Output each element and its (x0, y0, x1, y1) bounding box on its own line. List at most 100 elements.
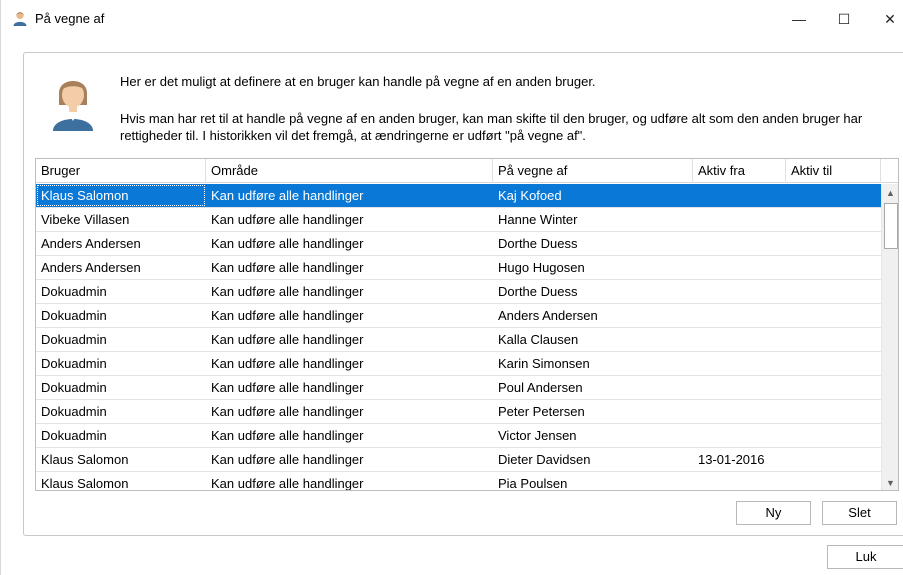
cell-aktiv-fra (693, 472, 786, 490)
cell-paa-vegne-af: Hanne Winter (498, 212, 578, 227)
cell-paa-vegne-af: Victor Jensen (498, 428, 577, 443)
cell-bruger: Dokuadmin (41, 284, 107, 299)
cell-bruger: Dokuadmin (41, 356, 107, 371)
window-title: På vegne af (35, 11, 105, 26)
cell-aktiv-fra: 13-01-2016 (698, 452, 765, 467)
scrollbar-thumb[interactable] (884, 203, 898, 249)
cell-aktiv-til (786, 424, 881, 447)
cell-paa-vegne-af: Kalla Clausen (498, 332, 579, 347)
minimize-button[interactable]: — (776, 0, 822, 38)
cell-aktiv-fra (693, 184, 786, 207)
cell-aktiv-til (786, 280, 881, 303)
table-row[interactable]: Dokuadmin Kan udføre alle handlinger Kal… (36, 328, 881, 352)
cell-aktiv-til (786, 208, 881, 231)
cell-omraade: Kan udføre alle handlinger (211, 188, 364, 203)
cell-omraade: Kan udføre alle handlinger (211, 428, 364, 443)
cell-paa-vegne-af: Peter Petersen (498, 404, 585, 419)
vertical-scrollbar[interactable]: ▲ ▼ (881, 184, 898, 490)
column-header-aktiv-til[interactable]: Aktiv til (786, 159, 881, 183)
cell-aktiv-til (786, 184, 881, 207)
cell-aktiv-fra (693, 352, 786, 375)
close-icon: ✕ (884, 10, 896, 27)
cell-omraade: Kan udføre alle handlinger (211, 236, 364, 251)
cell-bruger: Klaus Salomon (41, 452, 129, 467)
cell-paa-vegne-af: Dorthe Duess (498, 236, 578, 251)
delete-button[interactable]: Slet (822, 501, 897, 525)
cell-aktiv-til (786, 232, 881, 255)
cell-omraade: Kan udføre alle handlinger (211, 284, 364, 299)
column-header-aktiv-fra[interactable]: Aktiv fra (693, 159, 786, 183)
cell-omraade: Kan udføre alle handlinger (211, 404, 364, 419)
user-avatar-icon (53, 81, 93, 131)
cell-omraade: Kan udføre alle handlinger (211, 332, 364, 347)
dialog-window: På vegne af — ☐ ✕ Her er det muligt at d… (0, 0, 903, 575)
new-button[interactable]: Ny (736, 501, 811, 525)
cell-aktiv-til (786, 448, 881, 471)
cell-paa-vegne-af: Dieter Davidsen (498, 452, 591, 467)
cell-aktiv-fra (693, 304, 786, 327)
cell-bruger: Klaus Salomon (41, 476, 129, 491)
cell-aktiv-til (786, 328, 881, 351)
cell-aktiv-til (786, 304, 881, 327)
column-header-bruger[interactable]: Bruger (36, 159, 206, 183)
cell-bruger: Klaus Salomon (36, 184, 206, 207)
cell-bruger: Anders Andersen (41, 236, 141, 251)
cell-aktiv-til (786, 256, 881, 279)
cell-omraade: Kan udføre alle handlinger (211, 380, 364, 395)
table-row[interactable]: Dokuadmin Kan udføre alle handlinger And… (36, 304, 881, 328)
title-bar[interactable]: På vegne af — ☐ ✕ (1, 0, 903, 38)
cell-omraade: Kan udføre alle handlinger (211, 452, 364, 467)
table-row[interactable]: Dokuadmin Kan udføre alle handlinger Pou… (36, 376, 881, 400)
user-icon (13, 11, 27, 26)
maximize-icon: ☐ (837, 10, 851, 27)
cell-bruger: Dokuadmin (41, 332, 107, 347)
cell-aktiv-fra (693, 208, 786, 231)
table-row[interactable]: Dokuadmin Kan udføre alle handlinger Kar… (36, 352, 881, 376)
cell-paa-vegne-af: Anders Andersen (498, 308, 598, 323)
cell-aktiv-fra (693, 280, 786, 303)
cell-aktiv-fra (693, 232, 786, 255)
close-window-button[interactable]: ✕ (867, 0, 903, 38)
cell-bruger: Dokuadmin (41, 380, 107, 395)
scroll-down-button[interactable]: ▼ (882, 474, 898, 490)
cell-omraade: Kan udføre alle handlinger (211, 260, 364, 275)
maximize-button[interactable]: ☐ (821, 0, 867, 38)
column-header-paa-vegne-af[interactable]: På vegne af (493, 159, 693, 183)
delegation-table: Bruger Område På vegne af Aktiv fra Akti… (35, 158, 899, 491)
scroll-up-icon: ▲ (886, 187, 895, 198)
close-button[interactable]: Luk (827, 545, 903, 569)
cell-aktiv-fra (693, 328, 786, 351)
cell-paa-vegne-af: Pia Poulsen (498, 476, 568, 491)
cell-aktiv-fra (693, 256, 786, 279)
table-body: Klaus Salomon Kan udføre alle handlinger… (36, 184, 881, 491)
table-row[interactable]: Klaus Salomon Kan udføre alle handlinger… (36, 184, 881, 208)
cell-omraade: Kan udføre alle handlinger (211, 476, 364, 491)
table-row[interactable]: Anders Andersen Kan udføre alle handling… (36, 232, 881, 256)
table-row[interactable]: Anders Andersen Kan udføre alle handling… (36, 256, 881, 280)
table-row[interactable]: Klaus Salomon Kan udføre alle handlinger… (36, 448, 881, 472)
minimize-icon: — (792, 11, 806, 27)
cell-aktiv-til (786, 400, 881, 423)
cell-omraade: Kan udføre alle handlinger (211, 356, 364, 371)
table-row[interactable]: Dokuadmin Kan udføre alle handlinger Pet… (36, 400, 881, 424)
intro-description: Hvis man har ret til at handle på vegne … (120, 111, 863, 143)
cell-omraade: Kan udføre alle handlinger (211, 308, 364, 323)
table-row[interactable]: Dokuadmin Kan udføre alle handlinger Dor… (36, 280, 881, 304)
column-header-omraade[interactable]: Område (206, 159, 493, 183)
cell-bruger: Dokuadmin (41, 308, 107, 323)
cell-bruger: Anders Andersen (41, 260, 141, 275)
cell-bruger: Vibeke Villasen (41, 212, 130, 227)
intro-text: Her er det muligt at definere at en brug… (120, 74, 596, 89)
cell-bruger: Dokuadmin (41, 428, 107, 443)
scroll-up-button[interactable]: ▲ (882, 184, 898, 201)
cell-aktiv-fra (693, 400, 786, 423)
table-row[interactable]: Vibeke Villasen Kan udføre alle handling… (36, 208, 881, 232)
table-row[interactable]: Klaus Salomon Kan udføre alle handlinger… (36, 472, 881, 491)
cell-paa-vegne-af: Kaj Kofoed (498, 188, 562, 203)
cell-paa-vegne-af: Poul Andersen (498, 380, 583, 395)
cell-paa-vegne-af: Hugo Hugosen (498, 260, 585, 275)
cell-aktiv-fra (693, 376, 786, 399)
table-row[interactable]: Dokuadmin Kan udføre alle handlinger Vic… (36, 424, 881, 448)
cell-aktiv-til (786, 352, 881, 375)
cell-aktiv-til (786, 376, 881, 399)
